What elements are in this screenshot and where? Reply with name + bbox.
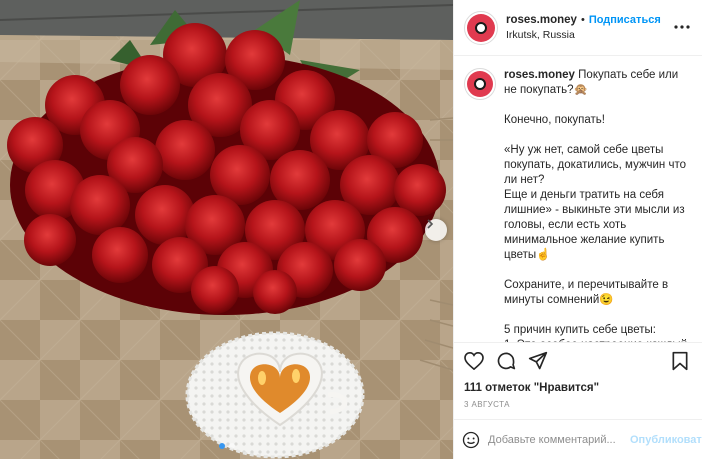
caption-first-paragraph: roses.money Покупать себе или не покупат…: [504, 68, 692, 98]
caption-row: roses.money Покупать себе или не покупат…: [464, 68, 692, 342]
caption-paragraph: Сохраните, и перечитывайте в минуты сомн…: [504, 279, 669, 306]
comment-form: Опубликовать: [454, 419, 702, 459]
brand-logo: [467, 13, 495, 42]
comment-button[interactable]: [494, 349, 518, 373]
comment-input[interactable]: [488, 433, 630, 446]
separator-dot: •: [580, 14, 585, 26]
follow-button[interactable]: Подписаться: [589, 14, 661, 26]
header-text: roses.money • Подписаться Irkutsk, Russi…: [506, 14, 692, 41]
comment-icon: [497, 352, 516, 370]
more-horizontal-icon: [674, 25, 690, 29]
instagram-post: roses.money • Подписаться Irkutsk, Russi…: [0, 0, 702, 459]
bookmark-icon: [672, 351, 688, 371]
avatar[interactable]: [464, 68, 496, 100]
share-icon: [528, 351, 548, 370]
publish-button[interactable]: Опубликовать: [630, 434, 702, 446]
avatar[interactable]: [464, 10, 498, 45]
likes-count[interactable]: 111 отметок "Нравится": [454, 379, 702, 397]
heart-icon: [464, 352, 484, 370]
post-header: roses.money • Подписаться Irkutsk, Russi…: [454, 0, 702, 56]
like-button[interactable]: [462, 349, 486, 373]
caption-scroll-area[interactable]: roses.money Покупать себе или не покупат…: [454, 56, 702, 343]
caption-paragraph: 5 причин купить себе цветы: 1. Это особо…: [504, 324, 687, 342]
roses-photo-illustration: [0, 0, 453, 459]
more-options-button[interactable]: [674, 20, 690, 30]
carousel-indicator: [0, 443, 453, 449]
smiley-icon: [462, 431, 480, 448]
caption-paragraph: «Ну уж нет, самой себе цветы покупать, д…: [504, 144, 687, 261]
caption-username[interactable]: roses.money: [504, 69, 575, 81]
post-date[interactable]: 3 августа: [454, 397, 702, 419]
caption-text: roses.money Покупать себе или не покупат…: [504, 68, 692, 342]
brand-logo: [467, 71, 493, 97]
chevron-right-icon: [427, 219, 434, 229]
carousel-next-button[interactable]: [425, 219, 447, 241]
caption-paragraph: Конечно, покупать!: [504, 114, 605, 126]
emoji-button[interactable]: [462, 430, 480, 450]
save-button[interactable]: [668, 349, 692, 373]
post-side-panel: roses.money • Подписаться Irkutsk, Russi…: [453, 0, 702, 459]
username-link[interactable]: roses.money: [506, 14, 577, 26]
post-photo[interactable]: [0, 0, 453, 459]
carousel-dot: [228, 443, 235, 449]
carousel-dot-active: [218, 443, 225, 449]
action-bar: [454, 343, 702, 379]
location-link[interactable]: Irkutsk, Russia: [506, 29, 692, 41]
share-button[interactable]: [526, 349, 550, 373]
